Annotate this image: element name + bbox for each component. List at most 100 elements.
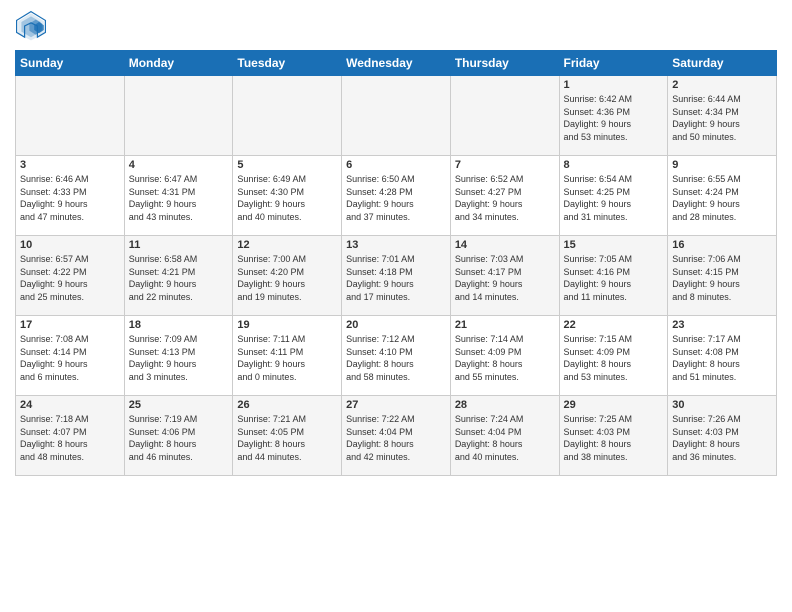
day-info: Sunrise: 7:12 AM Sunset: 4:10 PM Dayligh… — [346, 333, 446, 383]
calendar-cell: 24 Sunrise: 7:18 AM Sunset: 4:07 PM Dayli… — [16, 396, 125, 476]
day-number: 11 — [129, 239, 229, 251]
day-info: Sunrise: 7:06 AM Sunset: 4:15 PM Dayligh… — [672, 253, 772, 303]
day-number: 7 — [455, 159, 555, 171]
day-number: 12 — [237, 239, 337, 251]
day-info: Sunrise: 6:54 AM Sunset: 4:25 PM Dayligh… — [564, 173, 664, 223]
day-info: Sunrise: 7:19 AM Sunset: 4:06 PM Dayligh… — [129, 413, 229, 463]
calendar-cell: 15 Sunrise: 7:05 AM Sunset: 4:16 PM Dayli… — [559, 236, 668, 316]
day-number: 6 — [346, 159, 446, 171]
day-number: 14 — [455, 239, 555, 251]
day-info: Sunrise: 6:47 AM Sunset: 4:31 PM Dayligh… — [129, 173, 229, 223]
calendar-header-row: SundayMondayTuesdayWednesdayThursdayFrid… — [16, 51, 777, 76]
day-number: 16 — [672, 239, 772, 251]
calendar-cell: 29 Sunrise: 7:25 AM Sunset: 4:03 PM Dayli… — [559, 396, 668, 476]
day-info: Sunrise: 7:03 AM Sunset: 4:17 PM Dayligh… — [455, 253, 555, 303]
calendar-cell: 3 Sunrise: 6:46 AM Sunset: 4:33 PM Daylig… — [16, 156, 125, 236]
calendar-cell: 19Sunrise: 7:11 AM Sunset: 4:11 PM Dayli… — [233, 316, 342, 396]
day-info: Sunrise: 6:55 AM Sunset: 4:24 PM Dayligh… — [672, 173, 772, 223]
day-number: 8 — [564, 159, 664, 171]
calendar-cell: 25 Sunrise: 7:19 AM Sunset: 4:06 PM Dayli… — [124, 396, 233, 476]
calendar-cell: 12Sunrise: 7:00 AM Sunset: 4:20 PM Dayli… — [233, 236, 342, 316]
day-number: 30 — [672, 399, 772, 411]
day-number: 2 — [672, 79, 772, 91]
calendar-body: 1 Sunrise: 6:42 AM Sunset: 4:36 PM Daylig… — [16, 76, 777, 476]
day-info: Sunrise: 6:46 AM Sunset: 4:33 PM Dayligh… — [20, 173, 120, 223]
page: SundayMondayTuesdayWednesdayThursdayFrid… — [0, 0, 792, 612]
calendar-cell: 5 Sunrise: 6:49 AM Sunset: 4:30 PM Daylig… — [233, 156, 342, 236]
day-number: 29 — [564, 399, 664, 411]
calendar-cell: 16 Sunrise: 7:06 AM Sunset: 4:15 PM Dayli… — [668, 236, 777, 316]
week-row-1: 1 Sunrise: 6:42 AM Sunset: 4:36 PM Daylig… — [16, 76, 777, 156]
day-info: Sunrise: 7:01 AM Sunset: 4:18 PM Dayligh… — [346, 253, 446, 303]
day-number: 28 — [455, 399, 555, 411]
calendar-cell: 30 Sunrise: 7:26 AM Sunset: 4:03 PM Dayli… — [668, 396, 777, 476]
day-number: 21 — [455, 319, 555, 331]
calendar-cell: 26 Sunrise: 7:21 AM Sunset: 4:05 PM Dayli… — [233, 396, 342, 476]
calendar-cell: 27 Sunrise: 7:22 AM Sunset: 4:04 PM Dayli… — [342, 396, 451, 476]
week-row-2: 3 Sunrise: 6:46 AM Sunset: 4:33 PM Daylig… — [16, 156, 777, 236]
calendar-cell: 14 Sunrise: 7:03 AM Sunset: 4:17 PM Dayli… — [450, 236, 559, 316]
day-number: 13 — [346, 239, 446, 251]
day-info: Sunrise: 7:11 AM Sunset: 4:11 PM Dayligh… — [237, 333, 337, 383]
header-friday: Friday — [559, 51, 668, 76]
day-info: Sunrise: 7:15 AM Sunset: 4:09 PM Dayligh… — [564, 333, 664, 383]
day-number: 20 — [346, 319, 446, 331]
calendar-cell: 7Sunrise: 6:52 AM Sunset: 4:27 PM Daylig… — [450, 156, 559, 236]
calendar-cell: 11 Sunrise: 6:58 AM Sunset: 4:21 PM Dayli… — [124, 236, 233, 316]
week-row-3: 10Sunrise: 6:57 AM Sunset: 4:22 PM Dayli… — [16, 236, 777, 316]
day-info: Sunrise: 7:25 AM Sunset: 4:03 PM Dayligh… — [564, 413, 664, 463]
week-row-4: 17 Sunrise: 7:08 AM Sunset: 4:14 PM Dayli… — [16, 316, 777, 396]
header-monday: Monday — [124, 51, 233, 76]
day-info: Sunrise: 6:42 AM Sunset: 4:36 PM Dayligh… — [564, 93, 664, 143]
day-number: 4 — [129, 159, 229, 171]
calendar-cell: 21 Sunrise: 7:14 AM Sunset: 4:09 PM Dayli… — [450, 316, 559, 396]
header-thursday: Thursday — [450, 51, 559, 76]
day-info: Sunrise: 6:44 AM Sunset: 4:34 PM Dayligh… — [672, 93, 772, 143]
day-info: Sunrise: 7:08 AM Sunset: 4:14 PM Dayligh… — [20, 333, 120, 383]
week-row-5: 24 Sunrise: 7:18 AM Sunset: 4:07 PM Dayli… — [16, 396, 777, 476]
day-number: 26 — [237, 399, 337, 411]
day-number: 24 — [20, 399, 120, 411]
header-sunday: Sunday — [16, 51, 125, 76]
calendar-cell: 18 Sunrise: 7:09 AM Sunset: 4:13 PM Dayli… — [124, 316, 233, 396]
logo-icon — [15, 10, 47, 42]
day-number: 17 — [20, 319, 120, 331]
logo — [15, 10, 51, 42]
day-info: Sunrise: 6:57 AM Sunset: 4:22 PM Dayligh… — [20, 253, 120, 303]
day-info: Sunrise: 7:14 AM Sunset: 4:09 PM Dayligh… — [455, 333, 555, 383]
calendar-cell — [450, 76, 559, 156]
calendar-cell — [342, 76, 451, 156]
day-number: 22 — [564, 319, 664, 331]
calendar-cell: 6 Sunrise: 6:50 AM Sunset: 4:28 PM Daylig… — [342, 156, 451, 236]
header-tuesday: Tuesday — [233, 51, 342, 76]
calendar-cell: 10Sunrise: 6:57 AM Sunset: 4:22 PM Dayli… — [16, 236, 125, 316]
calendar-cell: 8 Sunrise: 6:54 AM Sunset: 4:25 PM Daylig… — [559, 156, 668, 236]
day-number: 5 — [237, 159, 337, 171]
day-info: Sunrise: 6:49 AM Sunset: 4:30 PM Dayligh… — [237, 173, 337, 223]
day-info: Sunrise: 7:22 AM Sunset: 4:04 PM Dayligh… — [346, 413, 446, 463]
day-number: 1 — [564, 79, 664, 91]
day-info: Sunrise: 6:58 AM Sunset: 4:21 PM Dayligh… — [129, 253, 229, 303]
calendar-cell — [124, 76, 233, 156]
day-number: 15 — [564, 239, 664, 251]
calendar: SundayMondayTuesdayWednesdayThursdayFrid… — [15, 50, 777, 476]
day-info: Sunrise: 7:26 AM Sunset: 4:03 PM Dayligh… — [672, 413, 772, 463]
header-saturday: Saturday — [668, 51, 777, 76]
calendar-cell: 13 Sunrise: 7:01 AM Sunset: 4:18 PM Dayli… — [342, 236, 451, 316]
header-wednesday: Wednesday — [342, 51, 451, 76]
calendar-cell: 20 Sunrise: 7:12 AM Sunset: 4:10 PM Dayli… — [342, 316, 451, 396]
day-number: 3 — [20, 159, 120, 171]
day-info: Sunrise: 7:05 AM Sunset: 4:16 PM Dayligh… — [564, 253, 664, 303]
day-info: Sunrise: 7:09 AM Sunset: 4:13 PM Dayligh… — [129, 333, 229, 383]
day-number: 18 — [129, 319, 229, 331]
day-number: 23 — [672, 319, 772, 331]
day-number: 25 — [129, 399, 229, 411]
calendar-cell: 23 Sunrise: 7:17 AM Sunset: 4:08 PM Dayli… — [668, 316, 777, 396]
day-number: 27 — [346, 399, 446, 411]
day-info: Sunrise: 7:18 AM Sunset: 4:07 PM Dayligh… — [20, 413, 120, 463]
day-info: Sunrise: 7:24 AM Sunset: 4:04 PM Dayligh… — [455, 413, 555, 463]
day-info: Sunrise: 7:21 AM Sunset: 4:05 PM Dayligh… — [237, 413, 337, 463]
day-info: Sunrise: 7:17 AM Sunset: 4:08 PM Dayligh… — [672, 333, 772, 383]
calendar-cell: 22 Sunrise: 7:15 AM Sunset: 4:09 PM Dayli… — [559, 316, 668, 396]
day-info: Sunrise: 6:50 AM Sunset: 4:28 PM Dayligh… — [346, 173, 446, 223]
